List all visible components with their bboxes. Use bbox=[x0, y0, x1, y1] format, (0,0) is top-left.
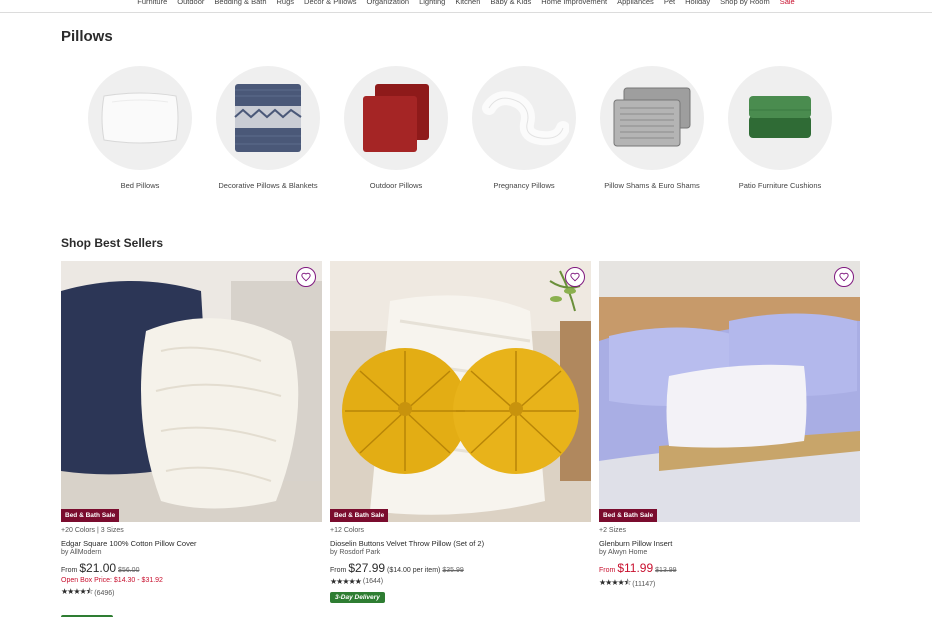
pillows-heading: Pillows bbox=[61, 28, 113, 45]
delivery-badge: 3-Day Delivery bbox=[330, 592, 385, 603]
product-price: $11.99 bbox=[617, 561, 654, 575]
product-brand[interactable]: by Rosdorf Park bbox=[330, 549, 591, 556]
category-bed-pillows[interactable]: Bed Pillows bbox=[88, 66, 192, 192]
product-image[interactable]: Bed & Bath Sale bbox=[599, 261, 860, 522]
price-from-label: From bbox=[599, 567, 616, 574]
nav-item-lighting[interactable]: Lighting bbox=[419, 0, 445, 12]
price-row: From $21.00 $56.00 bbox=[61, 561, 322, 575]
bed-pillow-image[interactable] bbox=[88, 66, 192, 170]
rating: ★★★★★ (1644) bbox=[330, 577, 591, 586]
product-price: $27.99 bbox=[348, 561, 386, 575]
nav-item-rugs[interactable]: Rugs bbox=[277, 0, 295, 12]
product-brand[interactable]: by Alwyn Home bbox=[599, 549, 860, 556]
nav-item-appliances[interactable]: Appliances bbox=[617, 0, 654, 12]
product-image[interactable]: Bed & Bath Sale bbox=[330, 261, 591, 522]
favorite-heart-icon[interactable] bbox=[565, 267, 585, 287]
category-pillow-shams[interactable]: Pillow Shams & Euro Shams bbox=[600, 66, 704, 192]
nav-item-organization[interactable]: Organization bbox=[367, 0, 410, 12]
category-outdoor-pillows[interactable]: Outdoor Pillows bbox=[344, 66, 448, 192]
open-box-price: Open Box Price: $14.30 - $31.92 bbox=[61, 577, 163, 584]
nav-item-sale[interactable]: Sale bbox=[780, 0, 795, 12]
sale-badge: Bed & Bath Sale bbox=[61, 509, 120, 522]
rating: ★★★★⯪ (11147) bbox=[599, 577, 860, 591]
product-card[interactable]: Bed & Bath Sale +12 Colors Dioselin Butt… bbox=[330, 261, 591, 604]
category-pregnancy-pillows[interactable]: Pregnancy Pillows bbox=[472, 66, 576, 192]
original-price: $35.99 bbox=[442, 567, 464, 574]
favorite-heart-icon[interactable] bbox=[834, 267, 854, 287]
nav-item-kitchen[interactable]: Kitchen bbox=[455, 0, 480, 12]
nav-item-home-improvement[interactable]: Home Improvement bbox=[541, 0, 607, 12]
product-title[interactable]: Edgar Square 100% Cotton Pillow Cover bbox=[61, 539, 322, 549]
top-category-nav: Furniture Outdoor Bedding & Bath Rugs De… bbox=[0, 0, 932, 13]
price-from-label: From bbox=[330, 567, 347, 574]
rating: ★★★★⯪ (6496) bbox=[61, 586, 322, 600]
product-price: $21.00 bbox=[79, 561, 117, 575]
nav-item-pet[interactable]: Pet bbox=[664, 0, 675, 12]
category-decorative-pillows[interactable]: Decorative Pillows & Blankets bbox=[216, 66, 320, 192]
price-from-label: From bbox=[61, 567, 78, 574]
nav-item-outdoor[interactable]: Outdoor bbox=[177, 0, 204, 12]
category-label: Pillow Shams & Euro Shams bbox=[604, 181, 700, 190]
review-count[interactable]: (6496) bbox=[94, 590, 114, 597]
star-rating-icon: ★★★★⯪ bbox=[61, 587, 93, 596]
category-patio-cushions[interactable]: Patio Furniture Cushions bbox=[728, 66, 832, 192]
nav-item-bedding-bath[interactable]: Bedding & Bath bbox=[214, 0, 266, 12]
best-sellers-heading: Shop Best Sellers bbox=[61, 236, 164, 250]
category-label: Outdoor Pillows bbox=[369, 181, 423, 190]
best-sellers-grid: Bed & Bath Sale +20 Colors | 3 Sizes Edg… bbox=[61, 261, 860, 617]
nav-item-furniture[interactable]: Furniture bbox=[137, 0, 167, 12]
category-label: Decorative Pillows & Blankets bbox=[218, 181, 318, 190]
category-label: Pregnancy Pillows bbox=[493, 181, 555, 190]
product-card[interactable]: Bed & Bath Sale +2 Sizes Glenburn Pillow… bbox=[599, 261, 860, 604]
product-title[interactable]: Glenburn Pillow Insert bbox=[599, 539, 860, 549]
outdoor-pillow-image[interactable] bbox=[344, 66, 448, 170]
category-label: Patio Furniture Cushions bbox=[738, 181, 822, 190]
product-title[interactable]: Dioselin Buttons Velvet Throw Pillow (Se… bbox=[330, 539, 591, 549]
per-item-price: ($14.00 per item) bbox=[387, 567, 441, 574]
nav-item-holiday[interactable]: Holiday bbox=[685, 0, 710, 12]
star-rating-icon: ★★★★⯪ bbox=[599, 578, 631, 587]
pregnancy-pillow-image[interactable] bbox=[472, 66, 576, 170]
nav-item-decor-pillows[interactable]: Decor & Pillows bbox=[304, 0, 357, 12]
original-price: $56.00 bbox=[118, 567, 140, 574]
sale-badge: Bed & Bath Sale bbox=[599, 509, 658, 522]
sale-badge: Bed & Bath Sale bbox=[330, 509, 389, 522]
product-options: +2 Sizes bbox=[599, 527, 627, 534]
product-image[interactable]: Bed & Bath Sale bbox=[61, 261, 322, 522]
product-options: +20 Colors | 3 Sizes bbox=[61, 527, 124, 534]
nav-item-shop-by-room[interactable]: Shop by Room bbox=[720, 0, 770, 12]
category-label: Bed Pillows bbox=[120, 181, 160, 190]
product-brand[interactable]: by AllModern bbox=[61, 549, 322, 556]
pillow-sham-image[interactable] bbox=[600, 66, 704, 170]
original-price: $13.99 bbox=[655, 567, 677, 574]
nav-item-baby-kids[interactable]: Baby & Kids bbox=[490, 0, 531, 12]
star-rating-icon: ★★★★★ bbox=[330, 577, 362, 586]
review-count[interactable]: (11147) bbox=[632, 581, 655, 588]
product-card[interactable]: Bed & Bath Sale +20 Colors | 3 Sizes Edg… bbox=[61, 261, 322, 617]
price-row: From $27.99 ($14.00 per item) $35.99 bbox=[330, 561, 591, 575]
pillow-category-list: Bed Pillows Decorative Pillows & Blanket… bbox=[88, 66, 832, 192]
product-options: +12 Colors bbox=[330, 527, 365, 534]
decorative-pillow-image[interactable] bbox=[216, 66, 320, 170]
review-count[interactable]: (1644) bbox=[363, 578, 383, 585]
favorite-heart-icon[interactable] bbox=[296, 267, 316, 287]
patio-cushion-image[interactable] bbox=[728, 66, 832, 170]
price-row: From $11.99 $13.99 bbox=[599, 561, 860, 575]
